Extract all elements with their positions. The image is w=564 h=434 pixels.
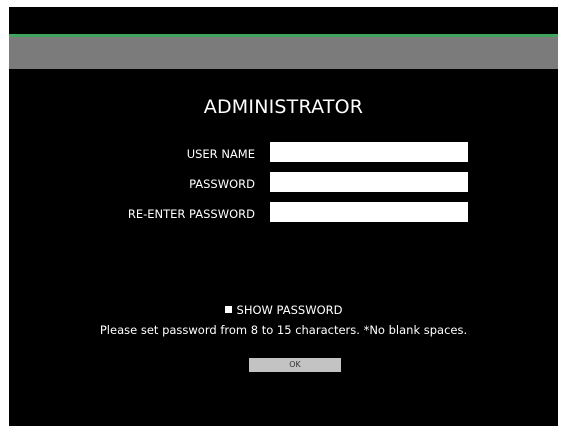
username-field[interactable]: [270, 142, 468, 162]
admin-screen: ADMINISTRATOR USER NAME PASSWORD RE-ENTE…: [9, 7, 558, 426]
header-bar: [9, 34, 558, 69]
password-label: PASSWORD: [189, 177, 255, 191]
password-field[interactable]: [270, 172, 468, 192]
reenter-password-field[interactable]: [270, 202, 468, 222]
show-password-option[interactable]: SHOW PASSWORD: [9, 303, 558, 317]
show-password-label: SHOW PASSWORD: [236, 303, 343, 317]
password-requirements-note: Please set password from 8 to 15 charact…: [99, 323, 468, 337]
reenter-password-label: RE-ENTER PASSWORD: [127, 207, 255, 221]
username-label: USER NAME: [186, 147, 255, 161]
page-title: ADMINISTRATOR: [203, 96, 364, 118]
ok-button[interactable]: OK: [249, 358, 341, 372]
show-password-checkbox[interactable]: [224, 306, 232, 313]
